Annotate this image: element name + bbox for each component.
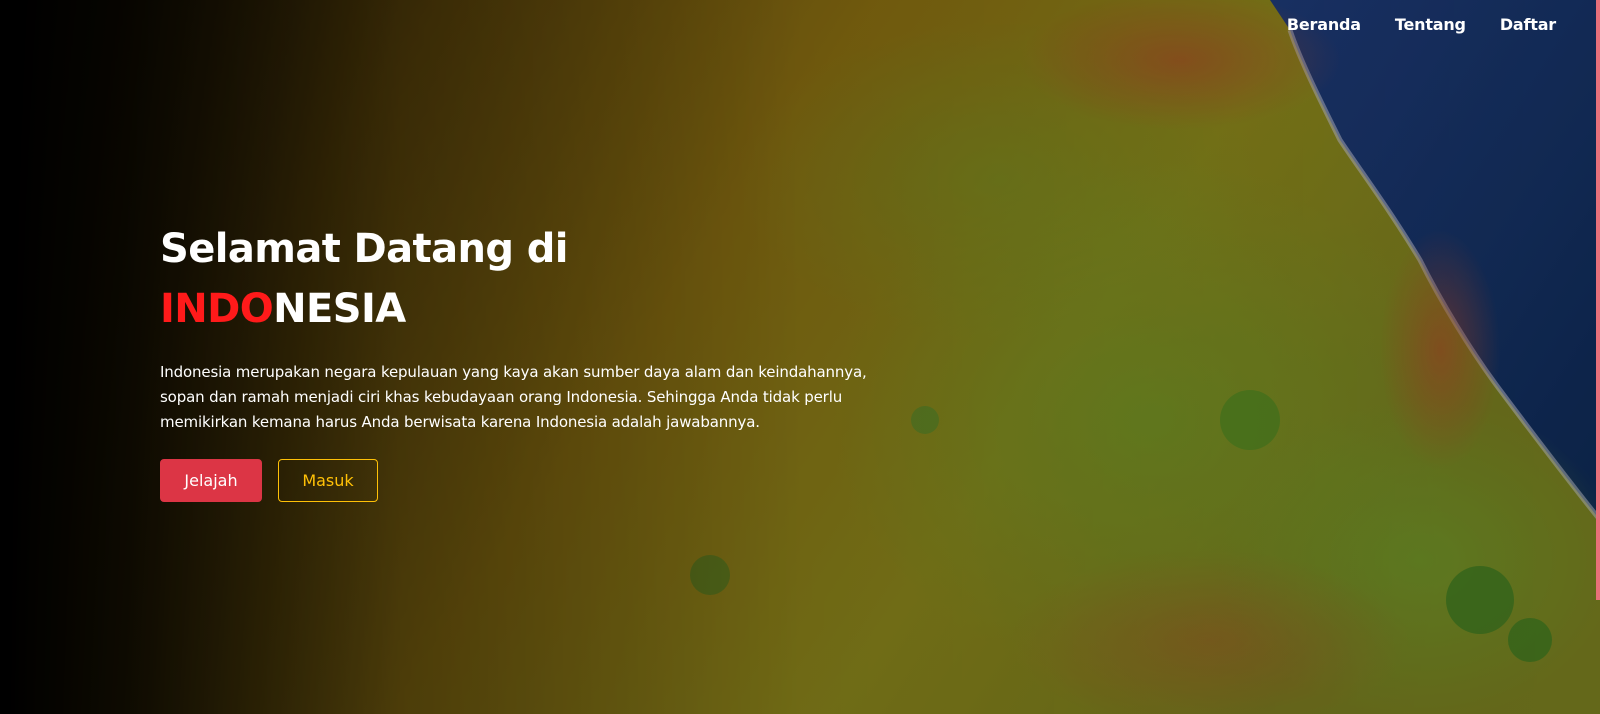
nav-item-beranda[interactable]: Beranda — [1287, 15, 1361, 34]
hero-content: Selamat Datang di INDONESIA Indonesia me… — [160, 220, 880, 502]
hero-title-line2: INDONESIA — [160, 278, 880, 340]
hero-actions: Jelajah Masuk — [160, 459, 880, 502]
nav-item-daftar[interactable]: Daftar — [1500, 15, 1556, 34]
masuk-button[interactable]: Masuk — [278, 459, 378, 502]
hero-description-line: memikirkan kemana harus Anda berwisata k… — [160, 413, 760, 431]
hero-title-line1: Selamat Datang di — [160, 226, 568, 272]
hero-title-highlight: INDO — [160, 286, 274, 332]
top-navigation: Beranda Tentang Daftar — [1253, 15, 1556, 34]
right-edge-strip — [1596, 0, 1600, 600]
nav-item-tentang[interactable]: Tentang — [1395, 15, 1466, 34]
hero-description-line: Indonesia merupakan negara kepulauan yan… — [160, 363, 867, 381]
hero-description-line: sopan dan ramah menjadi ciri khas kebuda… — [160, 388, 843, 406]
jelajah-button[interactable]: Jelajah — [160, 459, 262, 502]
hero-description: Indonesia merupakan negara kepulauan yan… — [160, 360, 880, 435]
hero-section: Beranda Tentang Daftar Selamat Datang di… — [0, 0, 1600, 714]
hero-title-rest: NESIA — [273, 286, 406, 332]
